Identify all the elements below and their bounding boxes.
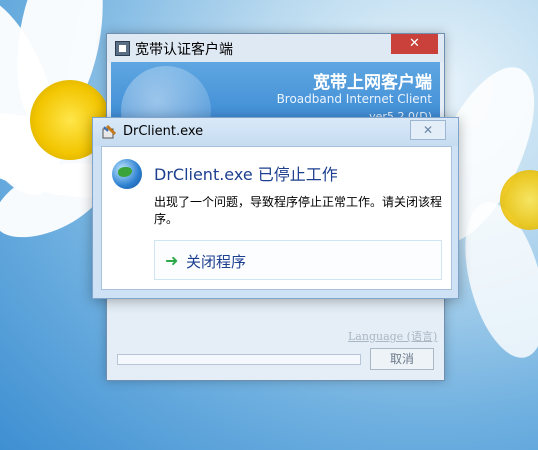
close-program-label: 关闭程序 — [186, 253, 247, 271]
close-program-button[interactable]: ➜ 关闭程序 — [154, 240, 442, 280]
close-icon: ✕ — [409, 36, 420, 51]
close-button[interactable]: ✕ — [391, 34, 438, 54]
dialog-body: DrClient.exe 已停止工作 出现了一个问题，导致程序停止正常工作。请关… — [101, 146, 452, 290]
error-dialog: DrClient.exe ✕ DrClient.exe 已停止工作 出现了一个问… — [92, 117, 459, 299]
globe-app-icon — [112, 159, 142, 189]
app-icon — [115, 41, 130, 56]
close-icon: ✕ — [422, 123, 434, 137]
window-titlebar: 宽带认证客户端 ✕ — [107, 34, 444, 62]
window-title: 宽带认证客户端 — [135, 42, 233, 58]
progress-bar — [117, 354, 361, 365]
dialog-titlebar: DrClient.exe ✕ — [93, 118, 458, 146]
brand-title-en: Broadband Internet Client — [276, 92, 432, 106]
dialog-message: 出现了一个问题，导致程序停止正常工作。请关闭该程序。 — [154, 195, 443, 226]
dialog-close-button[interactable]: ✕ — [410, 120, 446, 140]
dialog-title: DrClient.exe — [123, 124, 204, 139]
cancel-button[interactable]: 取消 — [370, 348, 434, 370]
green-arrow-right-icon: ➜ — [165, 251, 179, 270]
dialog-heading: DrClient.exe 已停止工作 — [154, 165, 338, 184]
language-link[interactable]: Language (语言) — [348, 328, 437, 344]
brand-title-cn: 宽带上网客户端 — [313, 73, 432, 93]
app-tool-icon — [102, 124, 117, 139]
